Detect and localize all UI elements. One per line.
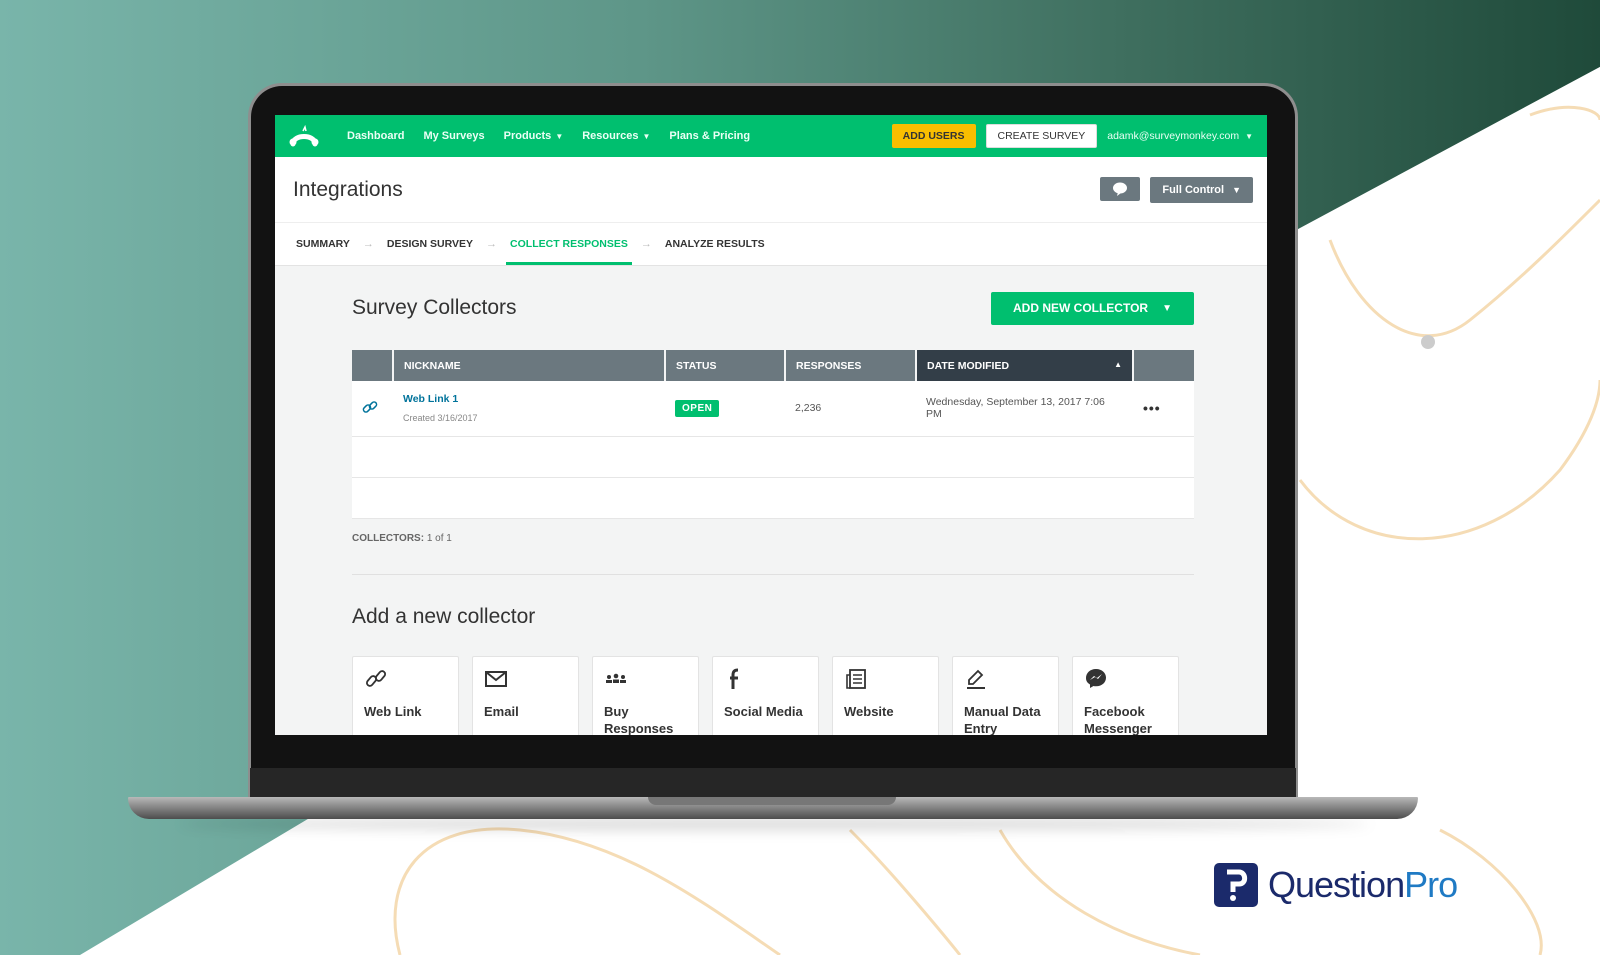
section-divider — [352, 573, 1194, 575]
collectors-count: COLLECTORS: 1 of 1 — [352, 532, 452, 544]
nav-plans-pricing[interactable]: Plans & Pricing — [669, 130, 750, 142]
chevron-down-icon: ▼ — [1245, 131, 1253, 141]
website-icon — [846, 668, 866, 689]
empty-row — [352, 477, 1194, 519]
speech-bubble-icon — [1113, 182, 1128, 196]
chevron-down-icon: ▼ — [555, 131, 564, 141]
laptop-shadow — [180, 818, 1370, 830]
add-new-collector-title: Add a new collector — [352, 604, 536, 628]
workflow-steps: SUMMARY → DESIGN SURVEY → COLLECT RESPON… — [275, 223, 1267, 266]
questionpro-mark-icon — [1214, 863, 1258, 907]
permission-dropdown[interactable]: Full Control ▼ — [1150, 176, 1253, 203]
app-screen: Dashboard My Surveys Products ▼ Resources… — [275, 115, 1267, 735]
surveymonkey-logo-icon[interactable] — [289, 124, 319, 148]
chevron-down-icon: ▼ — [642, 131, 651, 141]
status-badge: OPEN — [675, 400, 720, 418]
envelope-icon — [485, 670, 507, 687]
collector-option-website[interactable]: Website — [832, 655, 939, 735]
survey-collectors-title: Survey Collectors — [352, 296, 517, 319]
nav-dashboard[interactable]: Dashboard — [347, 130, 404, 142]
sort-ascending-icon: ▲ — [1114, 359, 1122, 369]
arrow-right-icon: → — [640, 238, 652, 250]
column-status[interactable]: STATUS — [665, 350, 786, 381]
nav-products[interactable]: Products ▼ — [504, 130, 564, 142]
column-responses[interactable]: RESPONSES — [785, 350, 917, 381]
people-icon — [606, 673, 626, 683]
more-options-icon[interactable]: ••• — [1143, 400, 1161, 416]
collector-nickname-link[interactable]: Web Link 1 — [403, 393, 655, 405]
main-content: Survey Collectors ADD NEW COLLECTOR ▼ NI… — [275, 266, 1267, 735]
table-row[interactable]: Web Link 1 Created 3/16/2017 OPEN 2,236 … — [352, 381, 1194, 437]
arrow-right-icon: → — [486, 238, 498, 250]
create-survey-button[interactable]: CREATE SURVEY — [985, 124, 1098, 148]
caret-down-icon: ▼ — [1232, 184, 1241, 195]
date-modified: Wednesday, September 13, 2017 7:06 PM — [916, 381, 1133, 437]
link-icon — [362, 400, 378, 413]
responses-count: 2,236 — [785, 381, 916, 437]
collector-options: Web Link Email Buy Responses Social Medi… — [352, 655, 1194, 735]
comments-button[interactable] — [1100, 176, 1141, 201]
step-design-survey[interactable]: DESIGN SURVEY — [385, 223, 475, 265]
actions-column-header — [1133, 350, 1194, 381]
pencil-icon — [967, 669, 985, 689]
top-navigation: Dashboard My Surveys Products ▼ Resources… — [275, 115, 1267, 157]
collector-option-buy-responses[interactable]: Buy Responses — [592, 655, 699, 735]
step-collect-responses[interactable]: COLLECT RESPONSES — [506, 223, 632, 265]
account-email: adamk@surveymonkey.com — [1107, 130, 1240, 142]
messenger-icon — [1086, 668, 1106, 688]
empty-row — [352, 436, 1194, 478]
link-icon — [365, 669, 387, 687]
collector-option-social-media[interactable]: Social Media — [712, 655, 819, 735]
collector-option-manual-data-entry[interactable]: Manual Data Entry — [952, 655, 1059, 735]
icon-column-header — [352, 350, 394, 381]
account-menu[interactable]: adamk@surveymonkey.com ▼ — [1107, 130, 1253, 142]
collector-option-email[interactable]: Email — [472, 655, 579, 735]
survey-header: Integrations Full Control ▼ — [275, 157, 1267, 223]
laptop-chin — [250, 768, 1296, 798]
questionpro-logo: QuestionPro — [1214, 863, 1458, 907]
add-users-button[interactable]: ADD USERS — [891, 124, 976, 148]
collector-option-web-link[interactable]: Web Link — [352, 655, 459, 735]
add-new-collector-button[interactable]: ADD NEW COLLECTOR ▼ — [990, 291, 1194, 325]
collector-option-facebook-messenger[interactable]: Facebook Messenger — [1072, 655, 1179, 735]
arrow-right-icon: → — [362, 238, 374, 250]
step-analyze-results[interactable]: ANALYZE RESULTS — [663, 223, 767, 265]
collectors-table: NICKNAME STATUS RESPONSES DATE MODIFIED … — [352, 350, 1194, 519]
page-title: Integrations — [293, 177, 403, 201]
nav-my-surveys[interactable]: My Surveys — [423, 130, 484, 142]
facebook-icon — [730, 668, 739, 689]
column-nickname[interactable]: NICKNAME — [393, 350, 666, 381]
laptop-notch — [648, 797, 896, 805]
caret-down-icon: ▼ — [1162, 302, 1172, 314]
column-date-modified[interactable]: DATE MODIFIED ▲ — [916, 350, 1134, 381]
user-avatar-icon — [1421, 335, 1435, 349]
collector-created-date: Created 3/16/2017 — [403, 413, 478, 424]
nav-resources[interactable]: Resources ▼ — [582, 130, 650, 142]
step-summary[interactable]: SUMMARY — [294, 223, 352, 265]
